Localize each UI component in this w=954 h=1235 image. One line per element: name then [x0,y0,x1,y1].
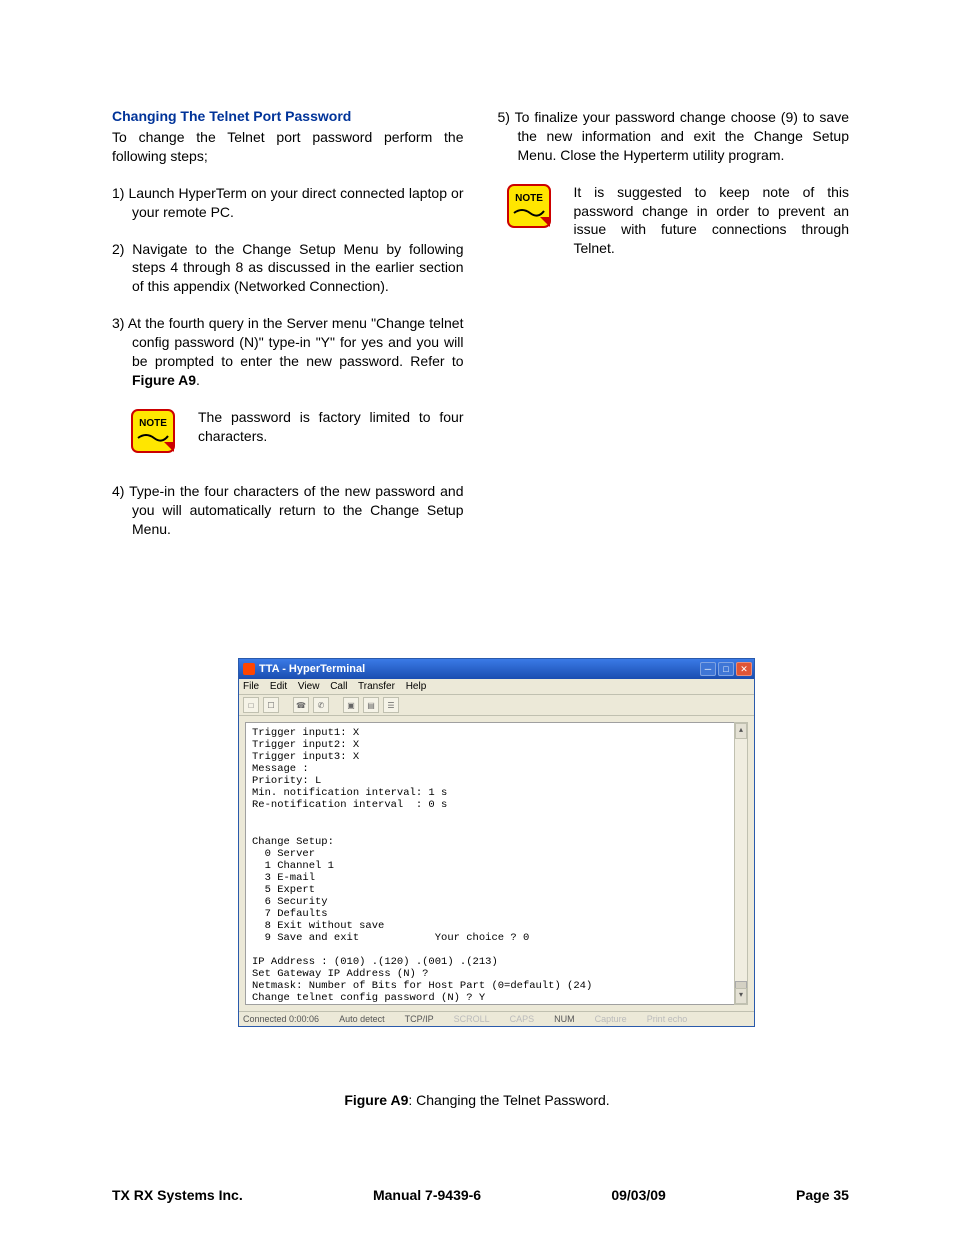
scroll-up-icon[interactable]: ▴ [735,723,747,739]
footer-company: TX RX Systems Inc. [112,1187,243,1203]
toolbar-hangup-icon[interactable]: ✆ [313,697,329,713]
minimize-button[interactable]: ─ [700,662,716,676]
footer-manual: Manual 7-9439-6 [373,1187,481,1203]
scrollbar[interactable]: ▴ ▾ [734,722,748,1005]
svg-text:NOTE: NOTE [515,193,543,204]
note-2-row: NOTE It is suggested to keep note of thi… [506,183,850,259]
right-column: 5) To finalize your password change choo… [498,108,850,556]
scroll-down-icon[interactable]: ▾ [735,988,747,1004]
figure-ref: Figure A9 [132,372,196,388]
figure-screenshot: TTA - HyperTerminal ─ □ ✕ File Edit View… [238,658,755,1027]
toolbar: □ ☐ ☎ ✆ ▣ ▤ ☰ [239,695,754,716]
toolbar-properties-icon[interactable]: ☰ [383,697,399,713]
status-protocol: TCP/IP [405,1014,434,1024]
note-1-row: NOTE The password is factory limited to … [130,408,464,460]
note-1-text: The password is factory limited to four … [198,408,464,446]
note-icon: NOTE [506,183,556,235]
status-num: NUM [554,1014,575,1024]
titlebar[interactable]: TTA - HyperTerminal ─ □ ✕ [239,659,754,679]
status-capture: Capture [595,1014,627,1024]
note-icon: NOTE [130,408,180,460]
hyperterminal-window: TTA - HyperTerminal ─ □ ✕ File Edit View… [238,658,755,1027]
toolbar-receive-icon[interactable]: ▤ [363,697,379,713]
toolbar-call-icon[interactable]: ☎ [293,697,309,713]
toolbar-send-icon[interactable]: ▣ [343,697,359,713]
menu-transfer[interactable]: Transfer [358,681,395,692]
menubar: File Edit View Call Transfer Help [239,679,754,695]
toolbar-new-icon[interactable]: □ [243,697,259,713]
status-connected: Connected 0:00:06 [243,1014,319,1024]
menu-file[interactable]: File [243,681,259,692]
menu-help[interactable]: Help [406,681,427,692]
maximize-button[interactable]: □ [718,662,734,676]
footer-page: Page 35 [796,1187,849,1203]
menu-call[interactable]: Call [330,681,347,692]
status-caps: CAPS [510,1014,535,1024]
statusbar: Connected 0:00:06 Auto detect TCP/IP SCR… [239,1011,754,1026]
status-printecho: Print echo [647,1014,688,1024]
intro-paragraph: To change the Telnet port password perfo… [112,128,464,166]
status-scroll: SCROLL [454,1014,490,1024]
step-3: 3) At the fourth query in the Server men… [112,314,464,390]
step-1: 1) Launch HyperTerm on your direct conne… [112,184,464,222]
page-footer: TX RX Systems Inc. Manual 7-9439-6 09/03… [112,1187,849,1203]
status-autodetect: Auto detect [339,1014,385,1024]
menu-view[interactable]: View [298,681,320,692]
step-2: 2) Navigate to the Change Setup Menu by … [112,240,464,297]
close-button[interactable]: ✕ [736,662,752,676]
menu-edit[interactable]: Edit [270,681,287,692]
step-4: 4) Type-in the four characters of the ne… [112,482,464,539]
figure-caption-label: Figure A9 [344,1092,408,1108]
section-heading: Changing The Telnet Port Password [112,108,464,124]
note-2-text: It is suggested to keep note of this pas… [574,183,850,259]
footer-date: 09/03/09 [611,1187,666,1203]
figure-caption: Figure A9: Changing the Telnet Password. [0,1092,954,1108]
figure-caption-text: : Changing the Telnet Password. [408,1092,609,1108]
toolbar-open-icon[interactable]: ☐ [263,697,279,713]
terminal-output[interactable]: Trigger input1: X Trigger input2: X Trig… [245,722,748,1005]
left-column: Changing The Telnet Port Password To cha… [112,108,464,556]
svg-text:NOTE: NOTE [139,418,167,429]
window-title: TTA - HyperTerminal [259,663,365,675]
app-icon [243,663,255,675]
step-5: 5) To finalize your password change choo… [498,108,850,165]
